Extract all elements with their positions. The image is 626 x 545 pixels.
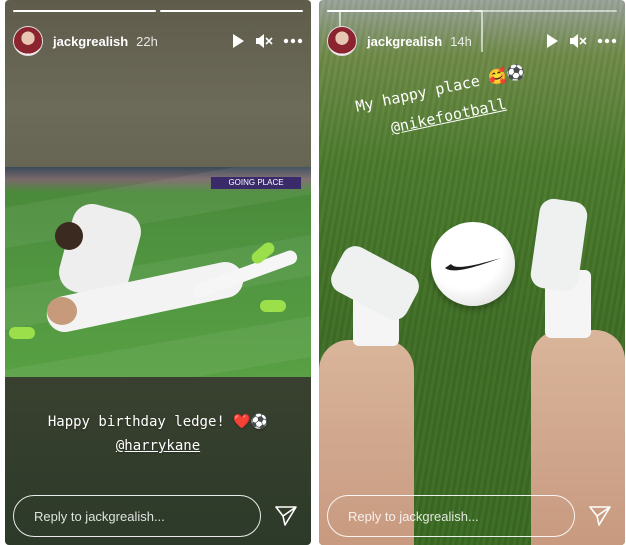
story-progress (13, 10, 303, 12)
story-photo: GOING PLACE (5, 167, 311, 377)
more-icon[interactable] (597, 38, 617, 44)
reply-bar (327, 495, 617, 537)
progress-segment (160, 10, 303, 12)
story-controls (231, 33, 303, 49)
mute-icon[interactable] (569, 33, 587, 49)
post-time: 14h (450, 33, 472, 49)
kneeling-player-head (55, 222, 83, 250)
play-icon[interactable] (545, 33, 559, 49)
story-controls (545, 33, 617, 49)
boot (260, 300, 286, 312)
story-header: jackgrealish 22h (13, 24, 303, 58)
post-time: 22h (136, 33, 158, 49)
username[interactable]: jackgrealish (367, 34, 442, 49)
reply-bar (13, 495, 303, 537)
send-button[interactable] (269, 499, 303, 533)
lying-player-head (47, 297, 77, 325)
progress-segment (327, 10, 470, 12)
story-progress (327, 10, 617, 12)
mute-icon[interactable] (255, 33, 273, 49)
swoosh-logo (445, 258, 501, 271)
story-caption: Happy birthday ledge! ❤️⚽ @harrykane (5, 412, 311, 456)
story-card-harrykane[interactable]: jackgrealish 22h GOING PLACE Happy birth… (5, 0, 311, 545)
story-card-nikefootball[interactable]: jackgrealish 14h My happy place 🥰⚽ @nike… (319, 0, 625, 545)
boot (9, 327, 35, 339)
avatar[interactable] (327, 26, 357, 56)
progress-segment (13, 10, 156, 12)
play-icon[interactable] (231, 33, 245, 49)
more-icon[interactable] (283, 38, 303, 44)
avatar[interactable] (13, 26, 43, 56)
story-header: jackgrealish 14h (327, 24, 617, 58)
caption-text: Happy birthday ledge! ❤️⚽ (47, 414, 269, 430)
mention-link[interactable]: @harrykane (116, 436, 200, 456)
football (431, 222, 515, 306)
send-icon (589, 506, 611, 526)
stadium-banner: GOING PLACE (211, 177, 301, 189)
progress-segment (474, 10, 617, 12)
username[interactable]: jackgrealish (53, 34, 128, 49)
reply-input[interactable] (13, 495, 261, 537)
reply-input[interactable] (327, 495, 575, 537)
send-button[interactable] (583, 499, 617, 533)
send-icon (275, 506, 297, 526)
